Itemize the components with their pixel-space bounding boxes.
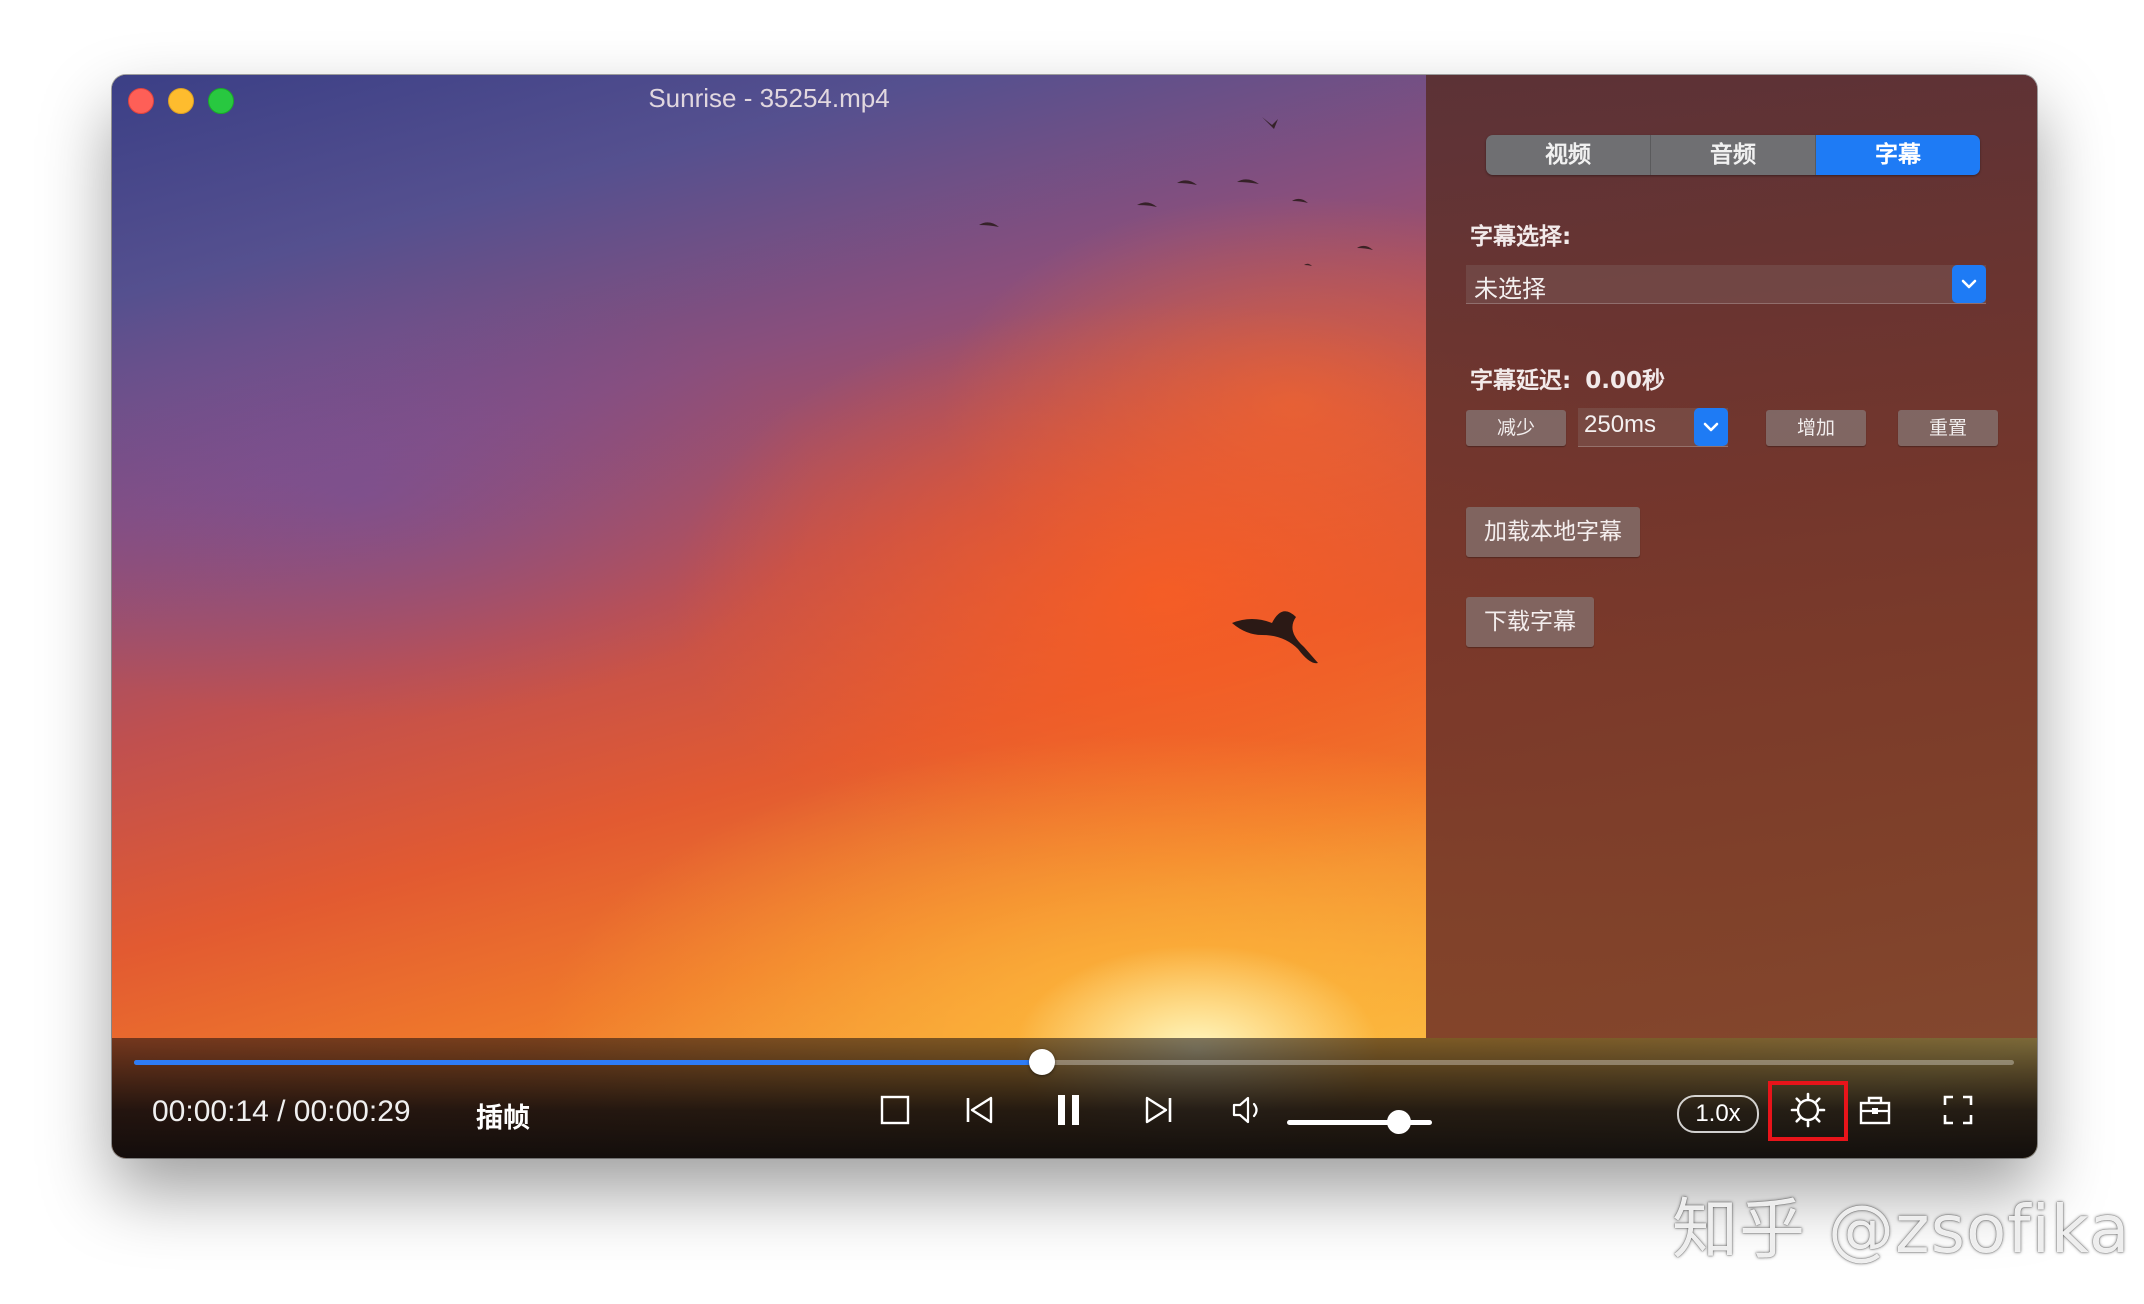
decrease-delay-button[interactable]: 减少 <box>1466 410 1566 446</box>
frame-interpolation-button[interactable]: 插帧 <box>476 1096 530 1135</box>
reset-delay-button[interactable]: 重置 <box>1898 410 1998 446</box>
volume-handle[interactable] <box>1386 1110 1411 1134</box>
control-bar: 00:00:14 / 00:00:29 插帧 1.0x <box>112 1038 2037 1158</box>
next-icon[interactable] <box>1142 1088 1176 1132</box>
panel-tabs: 视频 音频 字幕 <box>1486 135 1980 175</box>
watermark: 知乎 @zsofika <box>1672 1191 2131 1268</box>
delay-step-select[interactable]: 250ms <box>1578 408 1728 447</box>
tab-video[interactable]: 视频 <box>1486 135 1651 175</box>
load-local-subtitle-button[interactable]: 加载本地字幕 <box>1466 507 1640 557</box>
subtitle-delay-value: 0.00秒 <box>1585 368 1665 394</box>
progress-handle[interactable] <box>1029 1049 1056 1075</box>
chevron-down-icon[interactable] <box>1694 408 1728 446</box>
time-display: 00:00:14 / 00:00:29 <box>152 1095 411 1128</box>
fullscreen-icon[interactable] <box>1938 1088 1978 1132</box>
download-subtitle-button[interactable]: 下载字幕 <box>1466 597 1594 647</box>
subtitle-select[interactable]: 未选择 <box>1466 265 1986 304</box>
window-title: Sunrise - 35254.mp4 <box>648 83 890 113</box>
player-window: Sunrise - 35254.mp4 视频 音频 字幕 字幕选择: 未选择 字… <box>112 75 2037 1158</box>
previous-icon[interactable] <box>962 1088 996 1132</box>
increase-delay-button[interactable]: 增加 <box>1766 410 1866 446</box>
settings-panel: 视频 音频 字幕 字幕选择: 未选择 字幕延迟: 0.00秒 减少 250ms … <box>1426 75 2037 1038</box>
subtitle-delay: 字幕延迟: 0.00秒 <box>1470 361 1665 395</box>
tab-audio[interactable]: 音频 <box>1651 135 1816 175</box>
highlight-box <box>1768 1081 1848 1141</box>
volume-slider[interactable] <box>1287 1110 1432 1134</box>
stop-icon[interactable] <box>878 1088 912 1132</box>
playback-speed-button[interactable]: 1.0x <box>1677 1095 1759 1133</box>
subtitle-delay-label: 字幕延迟: <box>1470 368 1572 394</box>
volume-icon[interactable] <box>1230 1088 1266 1132</box>
toolbox-icon[interactable] <box>1855 1088 1895 1132</box>
subtitle-select-label: 字幕选择: <box>1470 224 1572 250</box>
tab-subtitle[interactable]: 字幕 <box>1816 135 1980 175</box>
chevron-down-icon[interactable] <box>1952 265 1986 303</box>
progress-bar[interactable] <box>134 1049 2014 1075</box>
progress-fill <box>134 1060 1043 1065</box>
pause-icon[interactable] <box>1052 1088 1086 1132</box>
subtitle-select-value: 未选择 <box>1474 275 1546 303</box>
delay-step-value: 250ms <box>1584 411 1657 438</box>
